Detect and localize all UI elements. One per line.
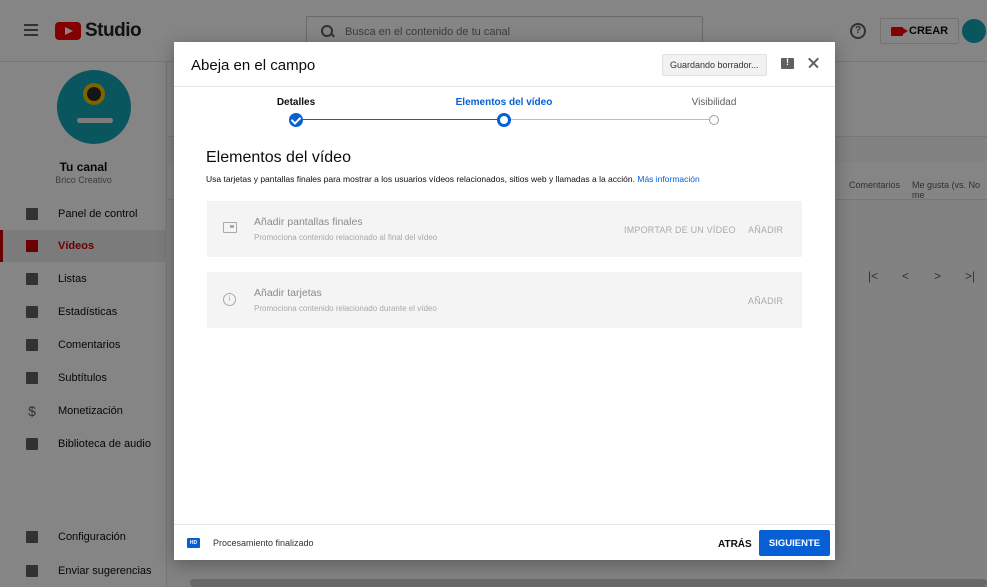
cards-title: Añadir tarjetas: [254, 287, 322, 299]
video-upload-dialog: Abeja en el campo Guardando borrador... …: [174, 42, 835, 560]
end-screens-title: Añadir pantallas finales: [254, 216, 363, 228]
step-connector-done: [303, 119, 497, 120]
step-video-elements-label[interactable]: Elementos del vídeo: [444, 97, 564, 108]
end-screens-card: Añadir pantallas finales Promociona cont…: [207, 201, 802, 257]
feedback-icon[interactable]: [781, 57, 794, 69]
info-icon: i: [223, 293, 236, 306]
more-info-link[interactable]: Más información: [637, 174, 699, 184]
footer-divider: [174, 524, 835, 525]
cards-subtitle: Promociona contenido relacionado durante…: [254, 304, 437, 313]
section-description: Usa tarjetas y pantallas finales para mo…: [206, 174, 700, 184]
close-icon[interactable]: [804, 54, 822, 72]
end-screens-subtitle: Promociona contenido relacionado al fina…: [254, 233, 438, 242]
step-connector-pending: [511, 119, 709, 120]
saving-draft-badge: Guardando borrador...: [662, 54, 767, 76]
step-current-icon[interactable]: [497, 113, 511, 127]
step-done-check-icon[interactable]: [289, 113, 303, 127]
add-cards-button[interactable]: AÑADIR: [748, 296, 783, 306]
step-pending-icon[interactable]: [709, 115, 719, 125]
processing-status: Procesamiento finalizado: [213, 538, 314, 548]
step-details-label[interactable]: Detalles: [236, 97, 356, 108]
section-description-text: Usa tarjetas y pantallas finales para mo…: [206, 174, 635, 184]
dialog-title: Abeja en el campo: [191, 57, 316, 74]
step-visibility-label[interactable]: Visibilidad: [654, 97, 774, 108]
next-button[interactable]: SIGUIENTE: [759, 530, 830, 556]
end-screen-icon: [223, 222, 237, 233]
section-title: Elementos del vídeo: [206, 149, 351, 166]
divider: [174, 86, 835, 87]
add-end-screen-button[interactable]: AÑADIR: [748, 225, 783, 235]
back-button[interactable]: ATRÁS: [710, 531, 760, 557]
import-from-video-button[interactable]: IMPORTAR DE UN VÍDEO: [624, 225, 736, 235]
cards-card: i Añadir tarjetas Promociona contenido r…: [207, 272, 802, 328]
hd-processing-icon: HD: [187, 538, 200, 548]
